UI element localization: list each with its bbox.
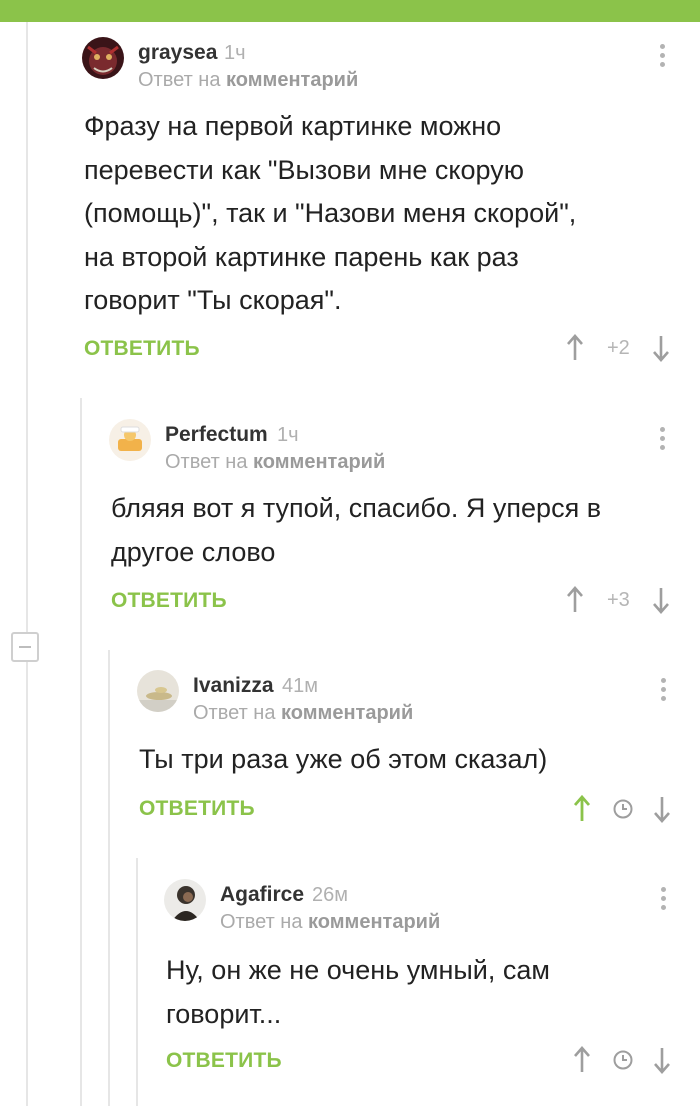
more-vertical-icon[interactable] <box>661 678 667 705</box>
minus-icon <box>19 646 31 648</box>
vote-controls <box>573 794 683 826</box>
more-vertical-icon[interactable] <box>661 887 667 914</box>
reply-button[interactable]: ОТВЕТИТЬ <box>139 797 255 821</box>
comment: Perfectum 1ч Ответ на комментарий бляяя … <box>109 419 682 619</box>
reply-button[interactable]: ОТВЕТИТЬ <box>111 589 227 613</box>
reply-target-link[interactable]: комментарий <box>308 911 440 933</box>
arrow-down-icon[interactable] <box>653 794 671 824</box>
reply-prefix: Ответ на <box>165 451 248 473</box>
comment: Agafirce 26м Ответ на комментарий Ну, он… <box>164 879 682 1089</box>
vote-controls: +3 <box>566 585 676 617</box>
reply-target-link[interactable]: комментарий <box>226 69 358 91</box>
reply-target-link[interactable]: комментарий <box>281 702 413 724</box>
top-accent-bar <box>0 0 700 22</box>
comment-text: Фразу на первой картинке можно перевести… <box>84 111 577 315</box>
reply-to-line: Ответ на комментарий <box>193 702 413 725</box>
comment-time: 26м <box>312 884 348 906</box>
avatar[interactable] <box>82 37 124 79</box>
comment-time: 41м <box>282 675 318 697</box>
vote-controls <box>573 1045 683 1077</box>
arrow-up-icon[interactable] <box>566 585 584 615</box>
reply-prefix: Ответ на <box>138 69 221 91</box>
comment-author[interactable]: Ivanizza <box>193 674 274 698</box>
clock-icon <box>613 799 633 819</box>
reply-button[interactable]: ОТВЕТИТЬ <box>84 337 200 361</box>
comment: graysea 1ч Ответ на комментарий Фразу на… <box>82 37 682 367</box>
reply-to-line: Ответ на комментарий <box>138 69 358 92</box>
arrow-up-icon[interactable] <box>566 333 584 363</box>
arrow-down-icon[interactable] <box>653 1045 671 1075</box>
comment-text: Ну, он же не очень умный, сам говорит... <box>166 955 550 1029</box>
comment-text: бляяя вот я тупой, спасибо. Я уперся в д… <box>111 493 602 567</box>
avatar[interactable] <box>137 670 179 712</box>
comment-text: Ты три раза уже об этом сказал) <box>139 744 548 774</box>
comment-time: 1ч <box>224 42 246 64</box>
comment-author[interactable]: Agafirce <box>220 883 304 907</box>
comment-author[interactable]: graysea <box>138 41 217 65</box>
comment-time: 1ч <box>277 424 299 446</box>
reply-to-line: Ответ на комментарий <box>220 911 440 934</box>
comment: Ivanizza 41м Ответ на комментарий Ты три… <box>137 670 682 830</box>
vote-score: +3 <box>607 589 630 611</box>
arrow-down-icon[interactable] <box>652 333 670 363</box>
vote-score: +2 <box>607 337 630 359</box>
reply-to-line: Ответ на комментарий <box>165 451 385 474</box>
arrow-up-icon[interactable] <box>573 794 591 824</box>
reply-prefix: Ответ на <box>220 911 303 933</box>
reply-target-link[interactable]: комментарий <box>253 451 385 473</box>
arrow-up-icon[interactable] <box>573 1045 591 1075</box>
comment-author[interactable]: Perfectum <box>165 423 268 447</box>
thread-line-level-1 <box>80 398 82 1106</box>
thread-line-level-2 <box>108 650 110 1106</box>
arrow-down-icon[interactable] <box>652 585 670 615</box>
more-vertical-icon[interactable] <box>660 427 666 454</box>
more-vertical-icon[interactable] <box>660 44 666 71</box>
avatar[interactable] <box>109 419 151 461</box>
thread-line-level-0 <box>26 22 28 1106</box>
reply-button[interactable]: ОТВЕТИТЬ <box>166 1049 282 1073</box>
clock-icon <box>613 1050 633 1070</box>
avatar[interactable] <box>164 879 206 921</box>
vote-controls: +2 <box>566 333 676 365</box>
reply-prefix: Ответ на <box>193 702 276 724</box>
collapse-thread-button[interactable] <box>11 632 39 662</box>
thread-line-level-3 <box>136 858 138 1106</box>
